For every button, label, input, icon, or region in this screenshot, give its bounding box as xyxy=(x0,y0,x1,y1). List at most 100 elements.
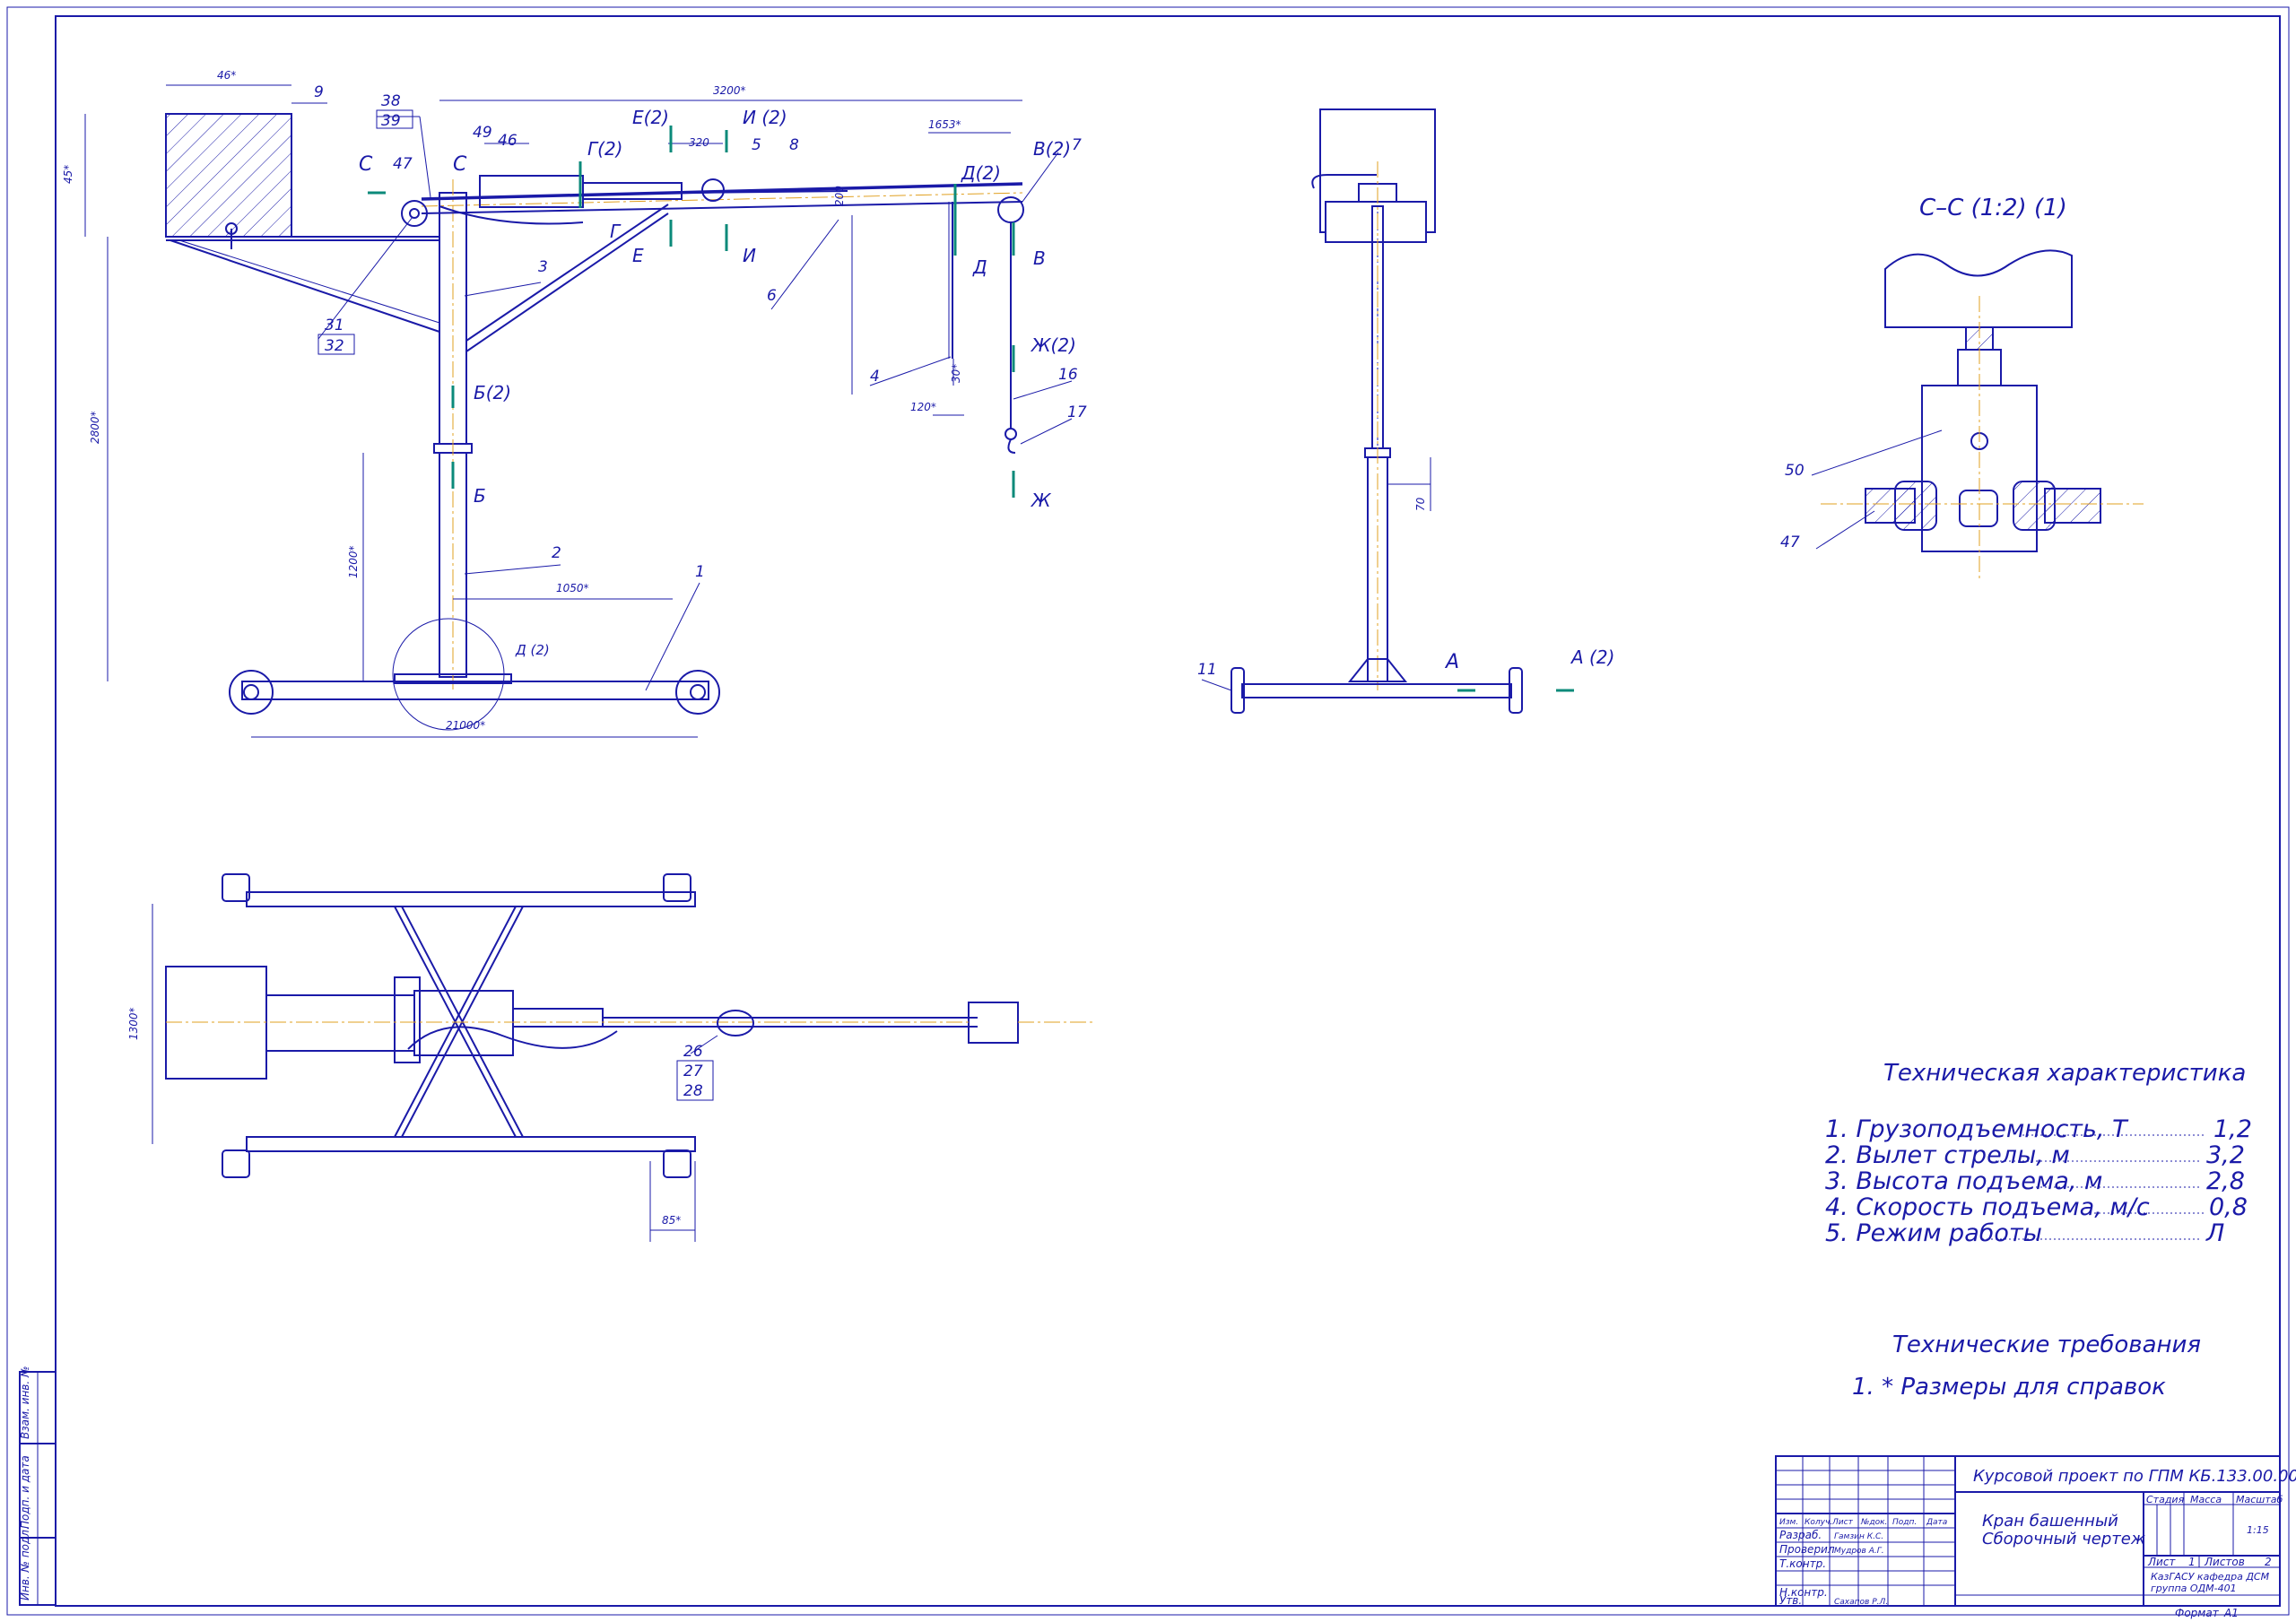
tb-person-1: Гамзин К.С. xyxy=(1834,1532,1883,1541)
spec-value-5: Л xyxy=(2205,1219,2224,1247)
pos-8: 8 xyxy=(789,136,799,154)
tb-sheet-label: Лист xyxy=(2147,1556,2176,1568)
sec-zh2: Ж(2) xyxy=(1030,334,1076,356)
spec-name-2: 2. Вылет стрелы, м xyxy=(1825,1141,2070,1169)
dim-45: 45* xyxy=(62,165,74,184)
sec-d: Д xyxy=(972,256,987,278)
sec-g2: Г(2) xyxy=(587,138,622,160)
side-mast xyxy=(1367,456,1388,682)
tb-format-label: Формат xyxy=(2175,1607,2220,1619)
tb-person-6: Сахапов Р.Л. xyxy=(1834,1598,1888,1607)
sec-e: Е xyxy=(632,245,644,266)
counterweight xyxy=(165,113,292,238)
sec-i2: И (2) xyxy=(743,107,787,128)
title-block: Курсовой проект по ГПМ КБ.133.00.00.СБ К… xyxy=(1775,1455,2296,1607)
dim-200: 200 xyxy=(833,186,846,206)
tb-scale: 1:15 xyxy=(2247,1524,2269,1536)
sec-v2: В(2) xyxy=(1033,138,1071,160)
tb-scale-h: Масштаб xyxy=(2236,1494,2283,1505)
dim-21000: 21000* xyxy=(446,719,485,732)
top-beam-lower xyxy=(246,1136,696,1152)
tb-col-ndok: №док. xyxy=(1860,1518,1887,1527)
pos-26: 26 xyxy=(683,1043,703,1061)
sec-d2: Д(2) xyxy=(961,162,1001,184)
spec-name-5: 5. Режим работы xyxy=(1825,1219,2042,1247)
spec-value-1: 1,2 xyxy=(2213,1115,2252,1143)
pos-31: 31 xyxy=(325,317,344,334)
pos-50: 50 xyxy=(1785,462,1805,480)
tb-col-podp: Подп. xyxy=(1892,1518,1917,1527)
pos-39: 39 xyxy=(381,112,401,130)
dim-2800: 2800* xyxy=(89,411,101,444)
dim-1653: 1653* xyxy=(928,118,961,131)
pos-2: 2 xyxy=(552,544,561,562)
pos-28: 28 xyxy=(683,1082,703,1100)
pos-6: 6 xyxy=(767,287,777,305)
sec-a: А xyxy=(1444,651,1459,673)
pos-49: 49 xyxy=(473,124,492,142)
inner-frame xyxy=(55,15,2281,1607)
top-beam-upper xyxy=(246,891,696,907)
pos-46: 46 xyxy=(498,132,517,150)
section-cc-body xyxy=(1884,249,2073,328)
stamp-inv: Инв. № подл. xyxy=(19,1526,31,1600)
spec-name-1: 1. Грузоподъемность, Т xyxy=(1825,1115,2129,1143)
sec-zh: Ж xyxy=(1030,490,1052,511)
tb-org-2: группа ОДМ-401 xyxy=(2151,1583,2237,1594)
sec-g: Г xyxy=(610,221,622,242)
wheel-right xyxy=(675,670,720,715)
hook xyxy=(1007,438,1016,454)
pos-1: 1 xyxy=(695,563,705,581)
tb-format: А1 xyxy=(2223,1607,2239,1619)
sec-i: И xyxy=(743,245,756,266)
tb-col-koluch: Колуч. xyxy=(1805,1518,1832,1527)
wheel-left xyxy=(229,670,274,715)
tech-char-title: Техническая характеристика xyxy=(1883,1060,2246,1087)
pos-38: 38 xyxy=(381,92,401,110)
tb-mass-h: Масса xyxy=(2190,1494,2222,1505)
tech-req-title: Технические требования xyxy=(1892,1331,2201,1358)
sec-c-left: С xyxy=(359,153,373,176)
sec-e2: Е(2) xyxy=(632,107,669,128)
tech-characteristics: Техническая характеристика 1. Грузоподъе… xyxy=(1825,1060,2252,1247)
tb-col-izm: Изм. xyxy=(1779,1518,1798,1527)
pos-17: 17 xyxy=(1067,403,1087,421)
pos-5: 5 xyxy=(752,136,761,154)
pos-27: 27 xyxy=(683,1063,703,1080)
tb-role-3: Т.контр. xyxy=(1779,1557,1826,1570)
tb-sheets: 2 xyxy=(2265,1556,2272,1568)
tb-role-1: Разраб. xyxy=(1779,1529,1822,1541)
front-view: 9 38 39 47 49 46 5 8 7 3 6 31 32 4 16 17… xyxy=(62,69,1087,738)
tech-req-item-1: 1. * Размеры для справок xyxy=(1852,1374,2166,1401)
dim-85: 85* xyxy=(662,1214,681,1227)
pos-47: 47 xyxy=(393,155,413,173)
pos-3: 3 xyxy=(538,258,548,276)
dim-3200: 3200* xyxy=(713,84,746,97)
sec-a2: А (2) xyxy=(1570,646,1614,668)
tb-name-1: Кран башенный xyxy=(1982,1512,2118,1531)
dim-1200: 1200* xyxy=(347,545,360,578)
stamp-replace: Взам. инв. № xyxy=(19,1366,31,1439)
dim-70: 70 xyxy=(1414,497,1427,511)
tb-doc-code: Курсовой проект по ГПМ КБ.133.00.00.СБ xyxy=(1973,1467,2296,1486)
assembly-drawing: 9 38 39 47 49 46 5 8 7 3 6 31 32 4 16 17… xyxy=(6,6,2296,1619)
tb-col-list: Лист xyxy=(1831,1518,1854,1527)
side-view: 70 11 А А (2) xyxy=(1197,108,1614,714)
pos-7: 7 xyxy=(1072,136,1082,154)
side-stamp: Инв. № подл. Подп. и дата Взам. инв. № xyxy=(19,1366,57,1606)
sec-v: В xyxy=(1033,247,1046,269)
sec-c-right: С xyxy=(453,153,467,176)
spec-value-2: 3,2 xyxy=(2206,1141,2245,1169)
tb-name-2: Сборочный чертеж xyxy=(1982,1530,2146,1548)
pos-32: 32 xyxy=(325,337,344,355)
spec-value-4: 0,8 xyxy=(2209,1193,2248,1221)
tb-stage-h: Стадия xyxy=(2146,1494,2185,1505)
pos-47-cc: 47 xyxy=(1780,533,1800,551)
tb-org-1: КазГАСУ кафедра ДСМ xyxy=(2151,1571,2270,1583)
dim-30: 30* xyxy=(950,364,962,383)
stamp-sign: Подп. и дата xyxy=(19,1455,31,1529)
top-view: 1300* 85* 26 27 28 xyxy=(127,873,1094,1242)
dim-46: 46* xyxy=(217,69,236,82)
sec-b: Б xyxy=(474,485,486,507)
section-cc-title: С–С (1:2) (1) xyxy=(1919,195,2067,221)
